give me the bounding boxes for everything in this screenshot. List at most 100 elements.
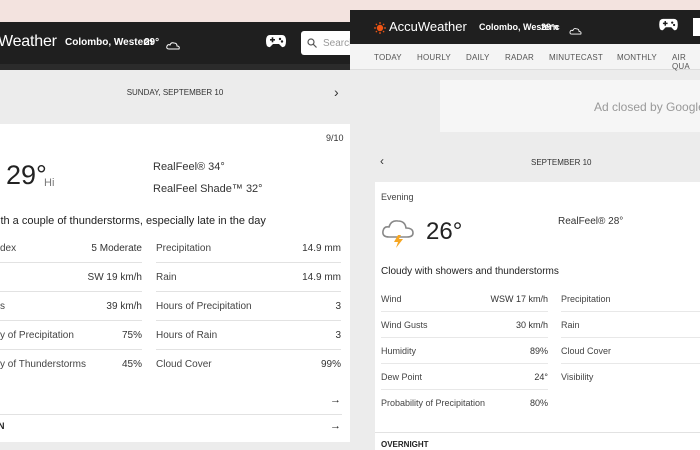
header-location[interactable]: Colombo, Western [65, 37, 153, 48]
detail-row: dex 5 Moderate [0, 234, 142, 263]
detail-label: Hours of Precipitation [156, 300, 252, 312]
day-label: SUNDAY, SEPTEMBER 10 [126, 87, 224, 97]
detail-label: Humidity [381, 345, 417, 356]
detail-value: 89% [529, 345, 548, 356]
detail-label: Precipitation [156, 242, 212, 254]
current-temp: 26° [426, 218, 463, 245]
header-temp[interactable]: 29° [144, 37, 159, 48]
ad-closed-text: Ad closed by Google [594, 100, 700, 114]
detail-label: y of Thunderstorms [0, 359, 86, 370]
detail-row: Hours of Precipitation 3 [156, 292, 341, 321]
detail-row: Rain 14.9 mm [156, 263, 341, 292]
day-forecast-card: 9/10 29° Hi RealFeel® 34° RealFeel Shade… [0, 124, 350, 442]
detail-row: y of Thunderstorms 45% [0, 350, 142, 379]
detail-label: dex [0, 242, 17, 254]
period-label: Evening [381, 192, 414, 202]
detail-value: 5 Moderate [91, 242, 142, 254]
realfeel-value: RealFeel® 34° [153, 161, 225, 173]
date-nav-bar: ‹ SEPTEMBER 10 [375, 150, 700, 176]
detail-row: Hours of Rain 3 [156, 321, 341, 350]
detail-row: Humidity 89% [381, 338, 548, 364]
ad-slot: Ad closed by Google [440, 80, 700, 132]
search-input[interactable]: Search [301, 31, 350, 55]
detail-value: 45% [121, 359, 142, 370]
hi-label: Hi [44, 177, 55, 189]
search-placeholder: Search [323, 37, 350, 49]
detail-label: Wind Gusts [381, 319, 428, 330]
header-temp[interactable]: 29°c [541, 22, 560, 32]
forecast-phrase: ith a couple of thunderstorms, especiall… [0, 215, 266, 227]
detail-value: 24° [534, 371, 548, 382]
detail-label: Hours of Rain [156, 329, 218, 341]
detail-label: Visibility [561, 372, 594, 382]
cloud-icon [166, 37, 180, 55]
nav-minutecast[interactable]: MINUTECAST [549, 53, 603, 62]
detail-row: Wind WSW 17 km/h [381, 286, 548, 312]
detail-value: WSW 17 km/h [490, 293, 548, 304]
nav-air-quality[interactable]: AIR QUA [672, 53, 700, 71]
detail-label: Cloud Cover [561, 345, 612, 356]
overnight-section-label[interactable]: OVERNIGHT [381, 440, 429, 449]
arrow-right-icon[interactable]: → [330, 420, 341, 432]
forecast-phrase: Cloudy with showers and thunderstorms [381, 266, 559, 277]
brand-logo-text[interactable]: Weather [0, 33, 57, 51]
search-button[interactable] [693, 18, 700, 36]
nav-monthly[interactable]: MONTHLY [617, 53, 657, 62]
right-weather-panel: AccuWeather Colombo, Western 29°c TODAY … [350, 10, 700, 450]
gamepad-icon[interactable] [659, 18, 678, 36]
detail-row: Precipitation 14.9 mm [156, 234, 341, 263]
divider [0, 414, 342, 415]
detail-row: SW 19 km/h [0, 263, 142, 292]
nav-today[interactable]: TODAY [374, 53, 402, 62]
detail-value: 3 [335, 329, 341, 341]
detail-value: 30 km/h [515, 319, 548, 330]
detail-label: Cloud Cover [156, 359, 212, 370]
detail-value: 80% [529, 398, 548, 408]
forecast-date: 9/10 [326, 133, 344, 143]
detail-row: Precipitation [561, 286, 700, 312]
right-header: AccuWeather Colombo, Western 29°c [350, 10, 700, 44]
detail-row: Visibility [561, 364, 700, 390]
arrow-right-icon[interactable]: → [330, 394, 341, 406]
detail-row: Dew Point 24° [381, 364, 548, 390]
nav-daily[interactable]: DAILY [466, 53, 490, 62]
detail-row: Cloud Cover 99% [156, 350, 341, 379]
gamepad-icon[interactable] [266, 34, 286, 53]
evening-forecast-card: Evening 26° RealFeel® 28° Cloudy with sh… [375, 182, 700, 450]
divider [375, 432, 700, 433]
detail-value: 75% [121, 329, 142, 341]
detail-label: Dew Point [381, 371, 423, 382]
detail-value: 99% [320, 359, 341, 370]
detail-value: 39 km/h [106, 300, 142, 312]
detail-value: SW 19 km/h [87, 271, 142, 283]
detail-row: s 39 km/h [0, 292, 142, 321]
left-header: Weather Colombo, Western 29° Search [0, 22, 350, 64]
detail-value: 14.9 mm [302, 242, 341, 254]
detail-label: Rain [156, 271, 177, 283]
detail-value: 14.9 mm [302, 271, 341, 283]
search-icon [307, 38, 317, 48]
detail-row: y of Precipitation 75% [0, 321, 142, 350]
nav-radar[interactable]: RADAR [505, 53, 534, 62]
chevron-left-icon[interactable]: ‹ [380, 154, 384, 168]
detail-label: y of Precipitation [0, 329, 74, 341]
left-weather-panel: Weather Colombo, Western 29° Search SUND… [0, 22, 350, 450]
detail-label: s [0, 300, 5, 312]
nav-hourly[interactable]: HOURLY [417, 53, 451, 62]
section-label[interactable]: N [0, 421, 5, 431]
chevron-right-icon[interactable]: › [334, 84, 339, 100]
detail-row: Wind Gusts 30 km/h [381, 312, 548, 338]
brand-logo-text[interactable]: AccuWeather [389, 19, 467, 34]
detail-label: Rain [561, 319, 580, 330]
thunderstorm-cloud-icon [381, 218, 415, 253]
realfeel-shade-value: RealFeel Shade™ 32° [153, 183, 263, 195]
cloud-icon [569, 22, 582, 40]
date-label: SEPTEMBER 10 [531, 158, 592, 167]
detail-label: Wind [381, 293, 402, 304]
main-nav: TODAY HOURLY DAILY RADAR MINUTECAST MONT… [350, 44, 700, 71]
detail-row: Rain [561, 312, 700, 338]
detail-row: Cloud Cover [561, 338, 700, 364]
day-nav-bar: SUNDAY, SEPTEMBER 10 › [0, 70, 350, 114]
current-temp: 29° [6, 160, 47, 190]
accuweather-sun-icon[interactable] [374, 21, 386, 39]
